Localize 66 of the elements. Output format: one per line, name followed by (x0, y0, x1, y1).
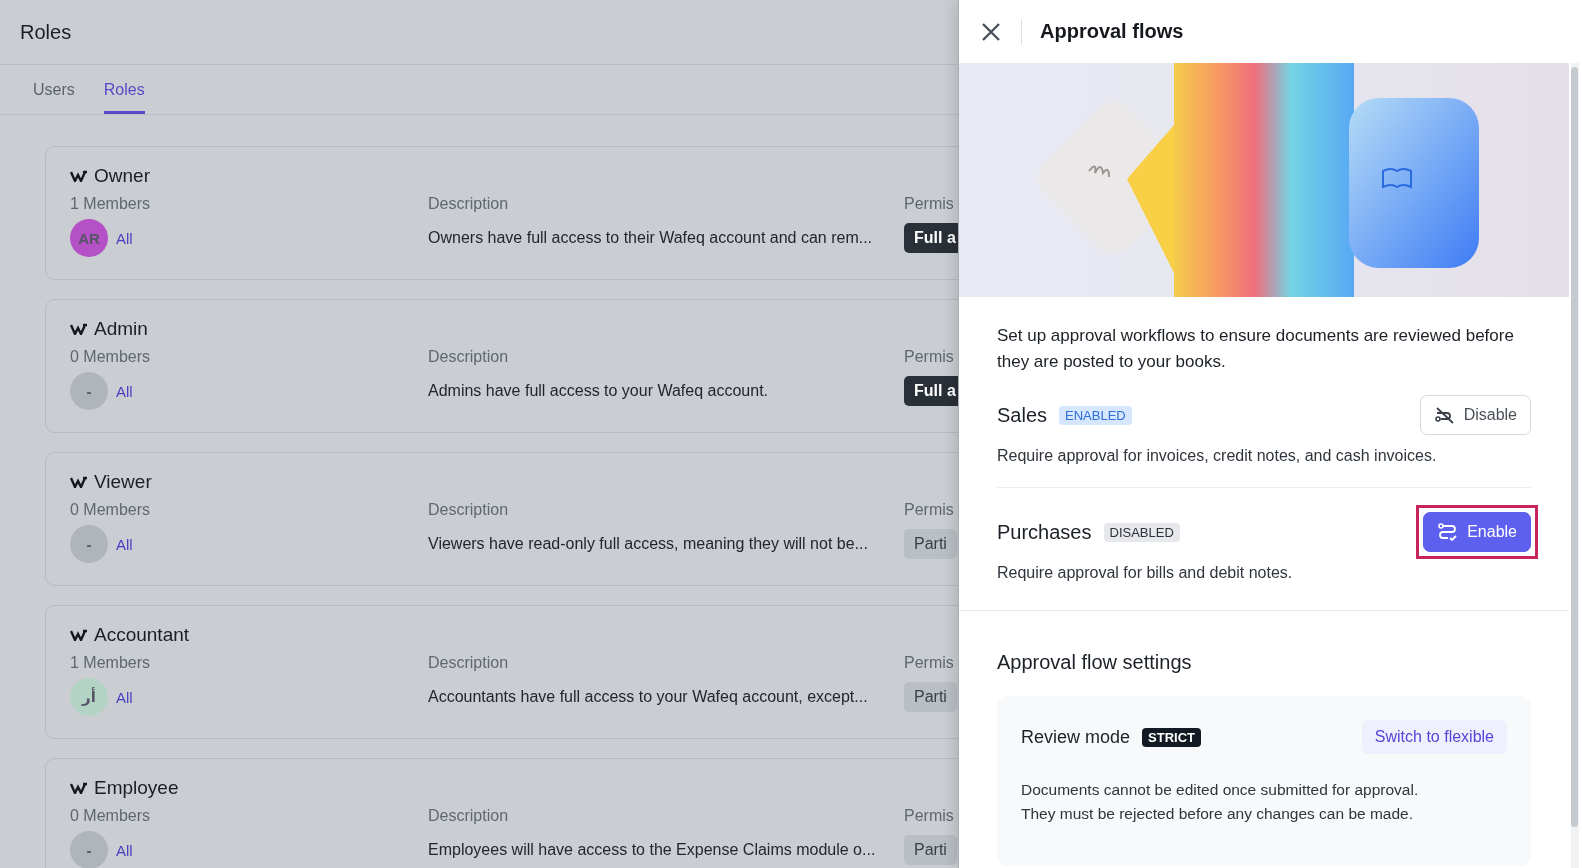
mode-label: Review mode (1021, 726, 1131, 748)
members-count: 1 Members (70, 195, 152, 213)
role-description: Owners have full access to their Wafeq account and can rem... (428, 229, 874, 247)
drawer-title: Approval flows (1040, 20, 1184, 43)
all-link[interactable]: All (116, 229, 133, 247)
permission-tag: Parti (904, 682, 957, 712)
section-title: Approval flow settings (997, 651, 1193, 674)
column-label: Description (428, 807, 510, 825)
role-name: Owner (94, 165, 150, 187)
all-link[interactable]: All (116, 841, 133, 859)
column-label: Description (428, 654, 510, 672)
logo-icon (70, 170, 88, 182)
logo-icon (70, 323, 88, 335)
column-label: Permis (904, 195, 955, 213)
permission-tag: Parti (904, 529, 957, 559)
flow-name: Purchases (997, 520, 1092, 544)
unlink-icon (1433, 405, 1456, 425)
flow-description: Require approval for bills and debit notes. (997, 564, 1294, 582)
mode-description: Documents cannot be edited once submitted for approval. They must be rejected before any changes can be made. (1021, 780, 1420, 824)
status-tag: ENABLED (1059, 405, 1132, 425)
column-label: Description (428, 195, 510, 213)
permission-tag: Full a (904, 376, 958, 406)
switch-button[interactable]: Switch to flexible (1361, 720, 1507, 754)
role-description: Accountants have full access to your Wafeq account, except... (428, 688, 869, 706)
avatar: - (70, 372, 108, 410)
permission-tag: Parti (904, 835, 957, 865)
avatar: أر (70, 678, 108, 716)
tab[interactable]: Roles (103, 65, 145, 114)
members-count: 0 Members (70, 501, 152, 519)
members-count: 0 Members (70, 348, 152, 366)
column-label: Permis (904, 348, 955, 366)
role-description: Employees will have access to the Expense Claims module o... (428, 841, 877, 859)
members-count: 1 Members (70, 654, 152, 672)
role-description: Viewers have read-only full access, meaning they will not be... (428, 535, 869, 553)
column-label: Permis (904, 501, 955, 519)
flow-name: Sales (997, 403, 1048, 427)
column-label: Description (428, 501, 510, 519)
column-label: Permis (904, 807, 955, 825)
mode-tag: STRICT (1142, 727, 1201, 747)
logo-icon (70, 629, 88, 641)
role-description: Admins have full access to your Wafeq account. (428, 382, 769, 400)
page-title: Roles (20, 20, 72, 44)
tab[interactable]: Users (33, 65, 75, 114)
role-name: Employee (94, 777, 179, 799)
role-name: Viewer (94, 471, 152, 493)
permission-tag: Full a (904, 223, 958, 253)
intro-text: Set up approval workflows to ensure documents are reviewed before they are posted to your books. (997, 325, 1515, 373)
logo-icon (70, 476, 88, 488)
workflow-icon (1437, 522, 1460, 542)
status-tag: DISABLED (1103, 522, 1180, 542)
column-label: Description (428, 348, 510, 366)
avatar: AR (70, 219, 108, 257)
flow-description: Require approval for invoices, credit notes, and cash invoices. (997, 447, 1438, 465)
role-name: Admin (94, 318, 148, 340)
avatar: - (70, 525, 108, 563)
all-link[interactable]: All (116, 688, 133, 706)
members-count: 0 Members (70, 807, 152, 825)
scrollbar[interactable] (1571, 63, 1579, 868)
avatar: - (70, 831, 108, 868)
column-label: Permis (904, 654, 955, 672)
disable-button[interactable]: Disable (1419, 395, 1531, 435)
all-link[interactable]: All (116, 535, 133, 553)
enable-button[interactable]: Enable (1423, 512, 1531, 552)
role-name: Accountant (94, 624, 190, 646)
all-link[interactable]: All (116, 382, 133, 400)
logo-icon (70, 782, 88, 794)
